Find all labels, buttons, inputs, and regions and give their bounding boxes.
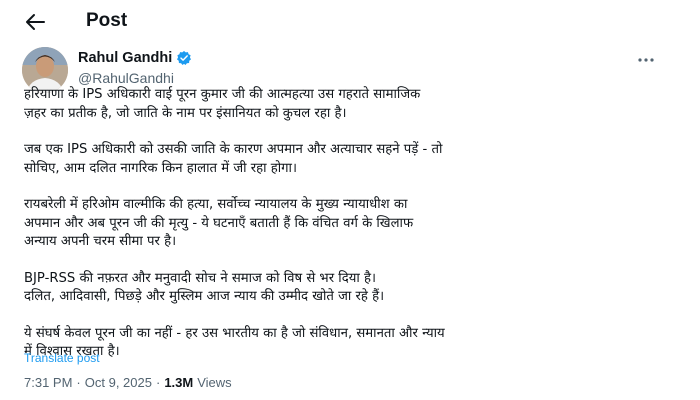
post-paragraph: जब एक IPS अधिकारी को उसकी जाति के कारण अ…: [24, 142, 443, 176]
page-title: Post: [86, 10, 128, 31]
author-name[interactable]: Rahul Gandhi: [78, 50, 192, 66]
post-date[interactable]: Oct 9, 2025: [85, 375, 152, 390]
views-label: Views: [197, 375, 232, 390]
back-button[interactable]: [22, 9, 48, 35]
post-metadata: 7:31 PM · Oct 9, 2025 · 1.3M Views: [24, 375, 232, 390]
top-bar: Post: [0, 0, 700, 42]
post-paragraph: BJP-RSS की नफ़रत और मनुवादी सोच ने समाज …: [24, 270, 385, 305]
arrow-left-icon: [26, 14, 45, 30]
post: Rahul Gandhi @RahulGandhi हरियाणा के IPS…: [0, 42, 700, 400]
translate-post-link[interactable]: Translate post: [24, 351, 100, 365]
more-options-button[interactable]: [634, 50, 658, 70]
author-handle[interactable]: @RahulGandhi: [78, 70, 174, 86]
meta-separator: ·: [155, 375, 161, 390]
post-paragraph: ये संघर्ष केवल पूरन जी का नहीं - हर उस भ…: [24, 325, 445, 360]
meta-separator: ·: [76, 375, 81, 390]
author-name-text: Rahul Gandhi: [78, 50, 173, 66]
post-paragraph: रायबरेली में हरिओम वाल्मीकि की हत्या, सर…: [24, 197, 414, 249]
post-paragraph: हरियाणा के IPS अधिकारी वाई पूरन कुमार जी…: [24, 87, 421, 121]
post-text: हरियाणा के IPS अधिकारी वाई पूरन कुमार जी…: [24, 86, 674, 362]
post-time[interactable]: 7:31 PM: [24, 375, 72, 390]
more-horizontal-icon: [638, 58, 654, 62]
views-count: 1.3M: [164, 375, 194, 390]
verified-badge-icon: [177, 51, 192, 65]
